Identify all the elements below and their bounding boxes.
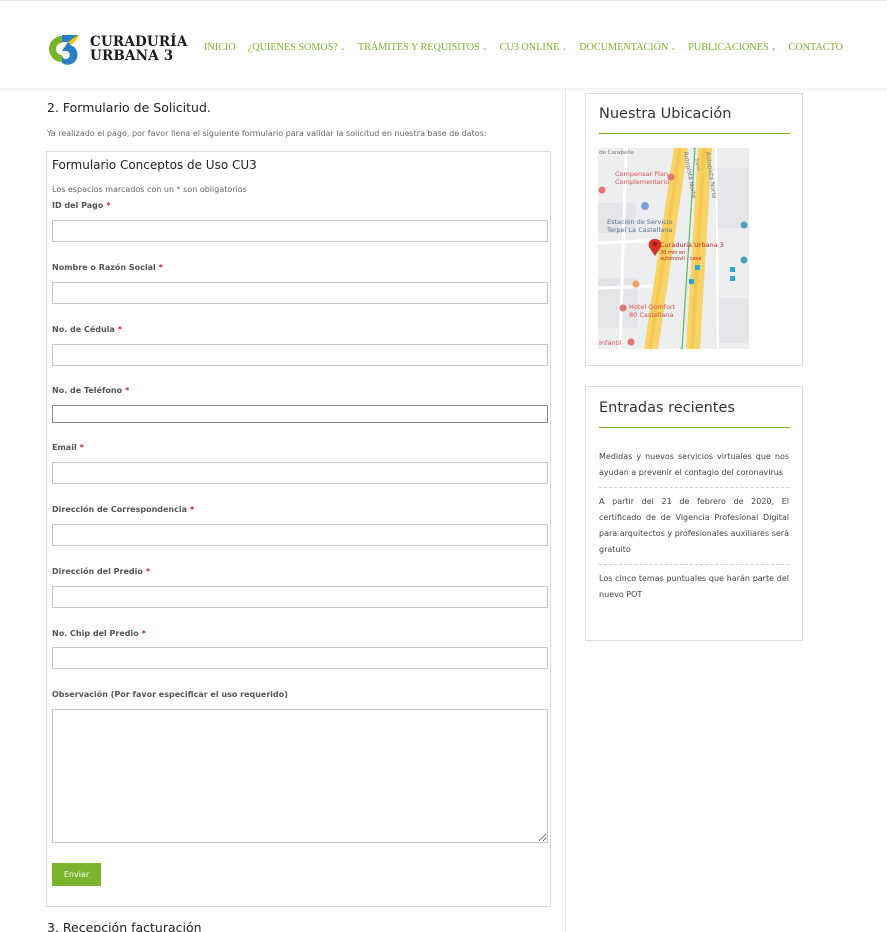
request-form: Formulario Conceptos de Uso CU3 Los espa… [46,151,551,907]
map-place-label: Complementario [615,178,669,186]
field-label-id-pago: ID del Pago * [52,201,111,210]
location-map[interactable]: Autopista Norte Autopista Norte Trans de… [598,148,749,349]
nav-item-cu3-online[interactable]: CU3 ONLINE ⌄ [500,42,568,53]
required-mark: * [190,505,195,514]
transit-icon [695,265,700,270]
brand-name-line1: CURADURÍA [90,34,188,50]
correspondencia-input[interactable] [52,524,548,546]
map-poi-icon [632,280,640,288]
email-input[interactable] [52,462,548,484]
recent-post-link[interactable]: Los cinco temas puntuales que harán part… [599,571,789,609]
section-description: Ya realizado el pago, por favor llena el… [47,129,487,138]
recent-post-link[interactable]: Medidas y nuevos servicios virtuales que… [599,449,789,488]
required-mark: * [158,263,163,272]
required-note: Los espacios marcados con un * son oblig… [52,185,247,194]
recent-posts-list: Medidas y nuevos servicios virtuales que… [599,449,789,615]
map-poi-icon [641,202,649,210]
form-title: Formulario Conceptos de Uso CU3 [52,158,257,172]
recent-posts-widget: Entradas recientes Medidas y nuevos serv… [585,386,803,641]
telefono-input[interactable] [52,405,548,423]
map-poi-icon [740,256,748,264]
map-place-label: de Carabelle [599,150,634,156]
required-mark: * [125,386,130,395]
recent-post-link[interactable]: A partir del 21 de febrero de 2020, El c… [599,494,789,565]
section-title: 2. Formulario de Solicitud. [47,100,211,115]
location-title: Nuestra Ubicación [599,106,732,122]
map-place-label: 80 Castellana [629,311,674,319]
observacion-textarea[interactable] [52,709,548,843]
nav-item-contacto[interactable]: CONTACTO [789,42,843,53]
required-mark: * [106,201,111,210]
chevron-down-icon: ⌄ [670,44,677,52]
main-content: 2. Formulario de Solicitud. Ya realizado… [46,88,566,932]
field-label-observacion: Observación (Por favor especificar el us… [52,690,288,699]
chevron-down-icon: ⌄ [770,44,777,52]
title-underline [599,427,790,428]
location-widget: Nuestra Ubicación Autopista Norte Autopi… [585,93,803,366]
transit-icon [730,276,735,281]
field-label-telefono: No. de Teléfono * [52,386,130,395]
map-poi-icon [740,221,748,229]
map-image: Autopista Norte Autopista Norte Trans de… [598,148,749,349]
map-place-label: Estación de Servicio [607,218,673,226]
transit-icon [689,279,694,284]
nav-item-documentacion[interactable]: DOCUMENTACIÓN ⌄ [579,42,676,53]
field-label-chip: No. Chip del Predio * [52,629,146,638]
submit-button[interactable]: Enviar [52,863,101,886]
required-mark: * [141,629,146,638]
chevron-down-icon: ⌄ [561,44,568,52]
map-poi-icon [627,338,635,346]
chevron-down-icon: ⌄ [339,44,346,52]
field-label-email: Email * [52,443,84,452]
map-poi-icon [667,173,675,181]
map-poi-icon [619,304,627,312]
required-mark: * [117,325,122,334]
main-nav: INICIO ¿QUIENES SOMOS? ⌄ TRÁMITES Y REQUI… [204,42,855,53]
recent-posts-title: Entradas recientes [599,400,735,416]
map-place-label: Terpel La Castellana [606,226,672,234]
chevron-down-icon: ⌄ [481,44,488,52]
site-header: CURADURÍA URBANA 3 INICIO ¿QUIENES SOMOS… [0,0,887,88]
map-place-label: Infantil [599,339,622,347]
nav-item-tramites[interactable]: TRÁMITES Y REQUISITOS ⌄ [358,42,488,53]
id-pago-input[interactable] [52,220,548,242]
field-label-cedula: No. de Cédula * [52,325,122,334]
nav-item-publicaciones[interactable]: PUBLICACIONES ⌄ [688,42,776,53]
required-mark: * [79,443,84,452]
cedula-input[interactable] [52,344,548,366]
required-mark: * [145,567,151,576]
chip-predio-input[interactable] [52,647,548,669]
direccion-predio-input[interactable] [52,586,548,608]
map-place-label: Compensar Plan [615,170,668,178]
brand-name-line2: URBANA 3 [90,48,174,64]
title-underline [599,133,790,134]
transit-icon [730,267,735,272]
field-label-correspondencia: Dirección de Correspondencia * [52,505,195,514]
site-logo[interactable]: CURADURÍA URBANA 3 [40,32,188,66]
nombre-input[interactable] [52,282,548,304]
map-poi-icon [598,186,606,194]
nav-item-quienes-somos[interactable]: ¿QUIENES SOMOS? ⌄ [248,42,346,53]
brand-name: CURADURÍA URBANA 3 [90,35,188,63]
field-label-predio: Dirección del Predio * [52,567,151,576]
map-place-label: automóvil - casa [660,255,701,262]
next-section-title: 3. Recepción facturación [47,920,202,932]
field-label-nombre: Nombre o Razón Social * [52,263,163,272]
nav-item-inicio[interactable]: INICIO [204,42,236,53]
cu3-logo-icon [49,35,78,65]
map-place-label: Hotel Qomfort [629,303,676,311]
map-place-label: Curaduria Urbana 3 [660,241,724,249]
